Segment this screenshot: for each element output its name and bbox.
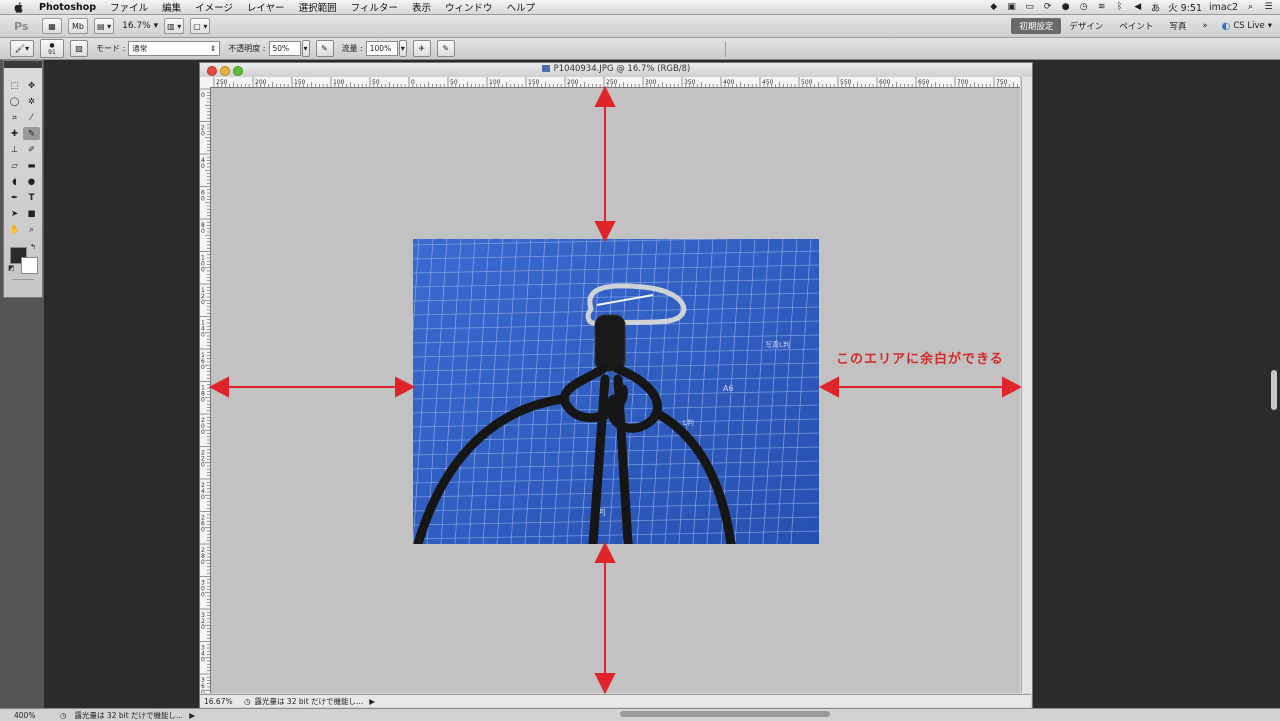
horizontal-scroll-thumb[interactable] <box>620 711 830 717</box>
annotation-arrows <box>208 85 1023 695</box>
arrow-top-head-up <box>594 85 616 107</box>
status-menu-arrow-icon[interactable]: ▶ <box>369 697 375 706</box>
arrow-bottom-head-down <box>594 673 616 695</box>
app-status-info[interactable]: 露光量は 32 bit だけで機能し... <box>67 710 184 721</box>
document-status-bar: 16.67% ◷ 露光量は 32 bit だけで機能し... ▶ <box>200 694 1031 707</box>
app-zoom-value[interactable]: 400% <box>0 711 50 720</box>
annotation-text: このエリアに余白ができる <box>836 352 1004 367</box>
arrow-left-head-right <box>395 376 416 398</box>
arrow-right-head-left <box>818 376 839 398</box>
arrow-right-head-right <box>1002 376 1023 398</box>
document-vertical-scrollbar[interactable] <box>1021 77 1032 693</box>
document-status-info[interactable]: 露光量は 32 bit だけで機能し... <box>251 696 364 707</box>
arrow-top-head-down <box>594 221 616 243</box>
right-scroll-thumb[interactable] <box>1271 370 1277 410</box>
document-zoom-value[interactable]: 16.67% <box>200 697 240 706</box>
app-status-arrow-icon[interactable]: ▶ <box>189 711 195 720</box>
arrow-bottom-head-up <box>594 541 616 563</box>
arrow-left-head-left <box>208 376 229 398</box>
